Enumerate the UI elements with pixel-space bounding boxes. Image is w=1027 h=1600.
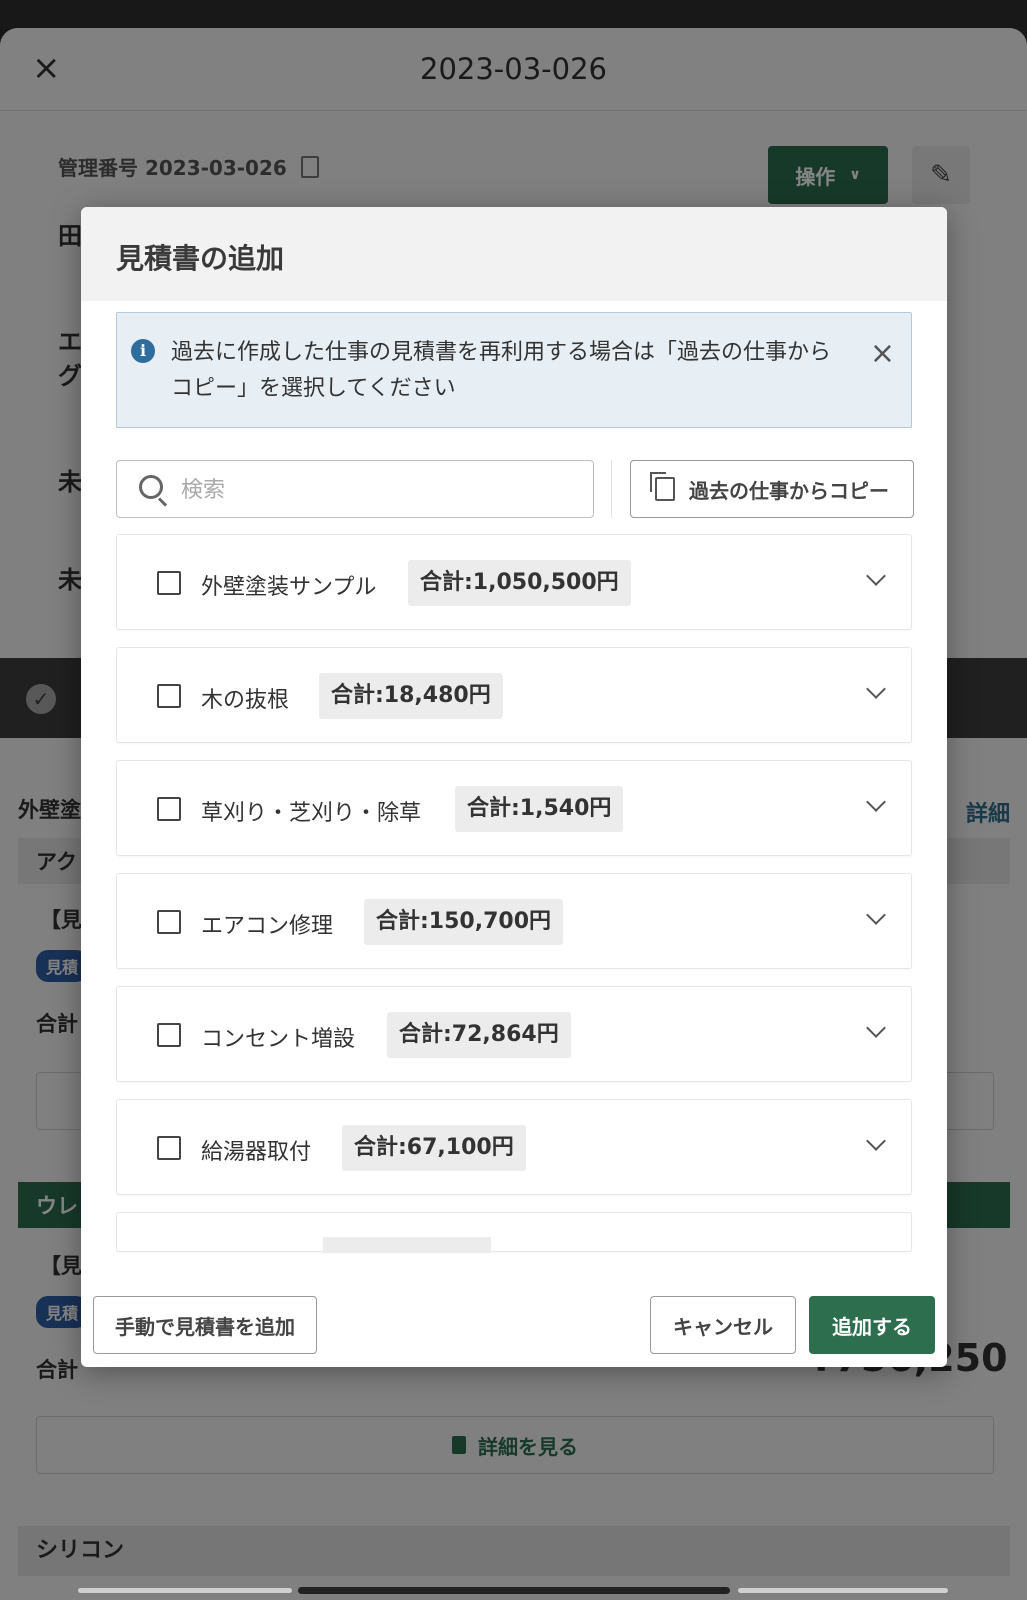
item-name: コンセント増設 (201, 1027, 356, 1052)
item-total: 合計:72,864円 (387, 1012, 571, 1058)
list-item[interactable]: コンセント増設 合計:72,864円 (116, 986, 912, 1082)
modal-title: 見積書の追加 (116, 242, 285, 275)
copy-icon (650, 472, 675, 501)
modal-header: 見積書の追加 (81, 207, 947, 301)
checkbox[interactable] (157, 571, 181, 595)
item-total: 合計:67,100円 (342, 1125, 526, 1171)
list-item[interactable]: 木の抜根 合計:18,480円 (116, 647, 912, 743)
chevron-down-icon[interactable] (866, 679, 886, 699)
search-icon (139, 475, 163, 499)
item-total: 合計:1,050,500円 (408, 560, 631, 606)
item-name: エアコン修理 (201, 914, 334, 939)
info-icon: i (131, 339, 155, 363)
home-indicator (298, 1587, 730, 1594)
chevron-down-icon[interactable] (866, 1018, 886, 1038)
checkbox[interactable] (157, 1023, 181, 1047)
info-banner: i 過去に作成した仕事の見積書を再利用する場合は「過去の仕事からコピー」を選択し… (116, 312, 912, 428)
item-total-placeholder (323, 1237, 491, 1253)
list-item[interactable] (116, 1212, 912, 1253)
estimate-list[interactable]: 外壁塗装サンプル 合計:1,050,500円 木の抜根 合計:18,480円 草… (116, 534, 914, 1260)
item-total: 合計:150,700円 (364, 899, 564, 945)
list-item[interactable]: 給湯器取付 合計:67,100円 (116, 1099, 912, 1195)
list-item[interactable]: 草刈り・芝刈り・除草 合計:1,540円 (116, 760, 912, 856)
add-button[interactable]: 追加する (809, 1296, 935, 1354)
checkbox[interactable] (157, 910, 181, 934)
chevron-down-icon[interactable] (866, 905, 886, 925)
item-total: 合計:1,540円 (455, 786, 624, 832)
copy-from-past-label: 過去の仕事からコピー (689, 478, 889, 503)
item-total: 合計:18,480円 (319, 673, 503, 719)
cancel-button[interactable]: キャンセル (650, 1296, 796, 1354)
chevron-down-icon[interactable] (866, 792, 886, 812)
copy-from-past-button[interactable]: 過去の仕事からコピー (630, 460, 914, 518)
search-field[interactable] (116, 460, 594, 518)
checkbox[interactable] (157, 684, 181, 708)
checkbox[interactable] (157, 1136, 181, 1160)
scroll-indicator-left (78, 1588, 292, 1593)
manual-add-button[interactable]: 手動で見積書を追加 (93, 1296, 317, 1354)
item-name: 給湯器取付 (201, 1140, 312, 1165)
item-name: 外壁塗装サンプル (201, 575, 377, 600)
chevron-down-icon[interactable] (866, 566, 886, 586)
list-item[interactable]: 外壁塗装サンプル 合計:1,050,500円 (116, 534, 912, 630)
search-input[interactable] (179, 471, 583, 509)
add-estimate-modal: 見積書の追加 i 過去に作成した仕事の見積書を再利用する場合は「過去の仕事からコ… (81, 207, 947, 1367)
item-name: 草刈り・芝刈り・除草 (201, 801, 422, 826)
chevron-down-icon[interactable] (866, 1131, 886, 1151)
checkbox[interactable] (157, 797, 181, 821)
close-icon[interactable]: × (870, 339, 895, 369)
divider (611, 460, 612, 518)
item-name: 木の抜根 (201, 688, 290, 713)
list-item[interactable]: エアコン修理 合計:150,700円 (116, 873, 912, 969)
info-text: 過去に作成した仕事の見積書を再利用する場合は「過去の仕事からコピー」を選択してく… (171, 340, 832, 401)
scroll-indicator-right (738, 1588, 948, 1593)
